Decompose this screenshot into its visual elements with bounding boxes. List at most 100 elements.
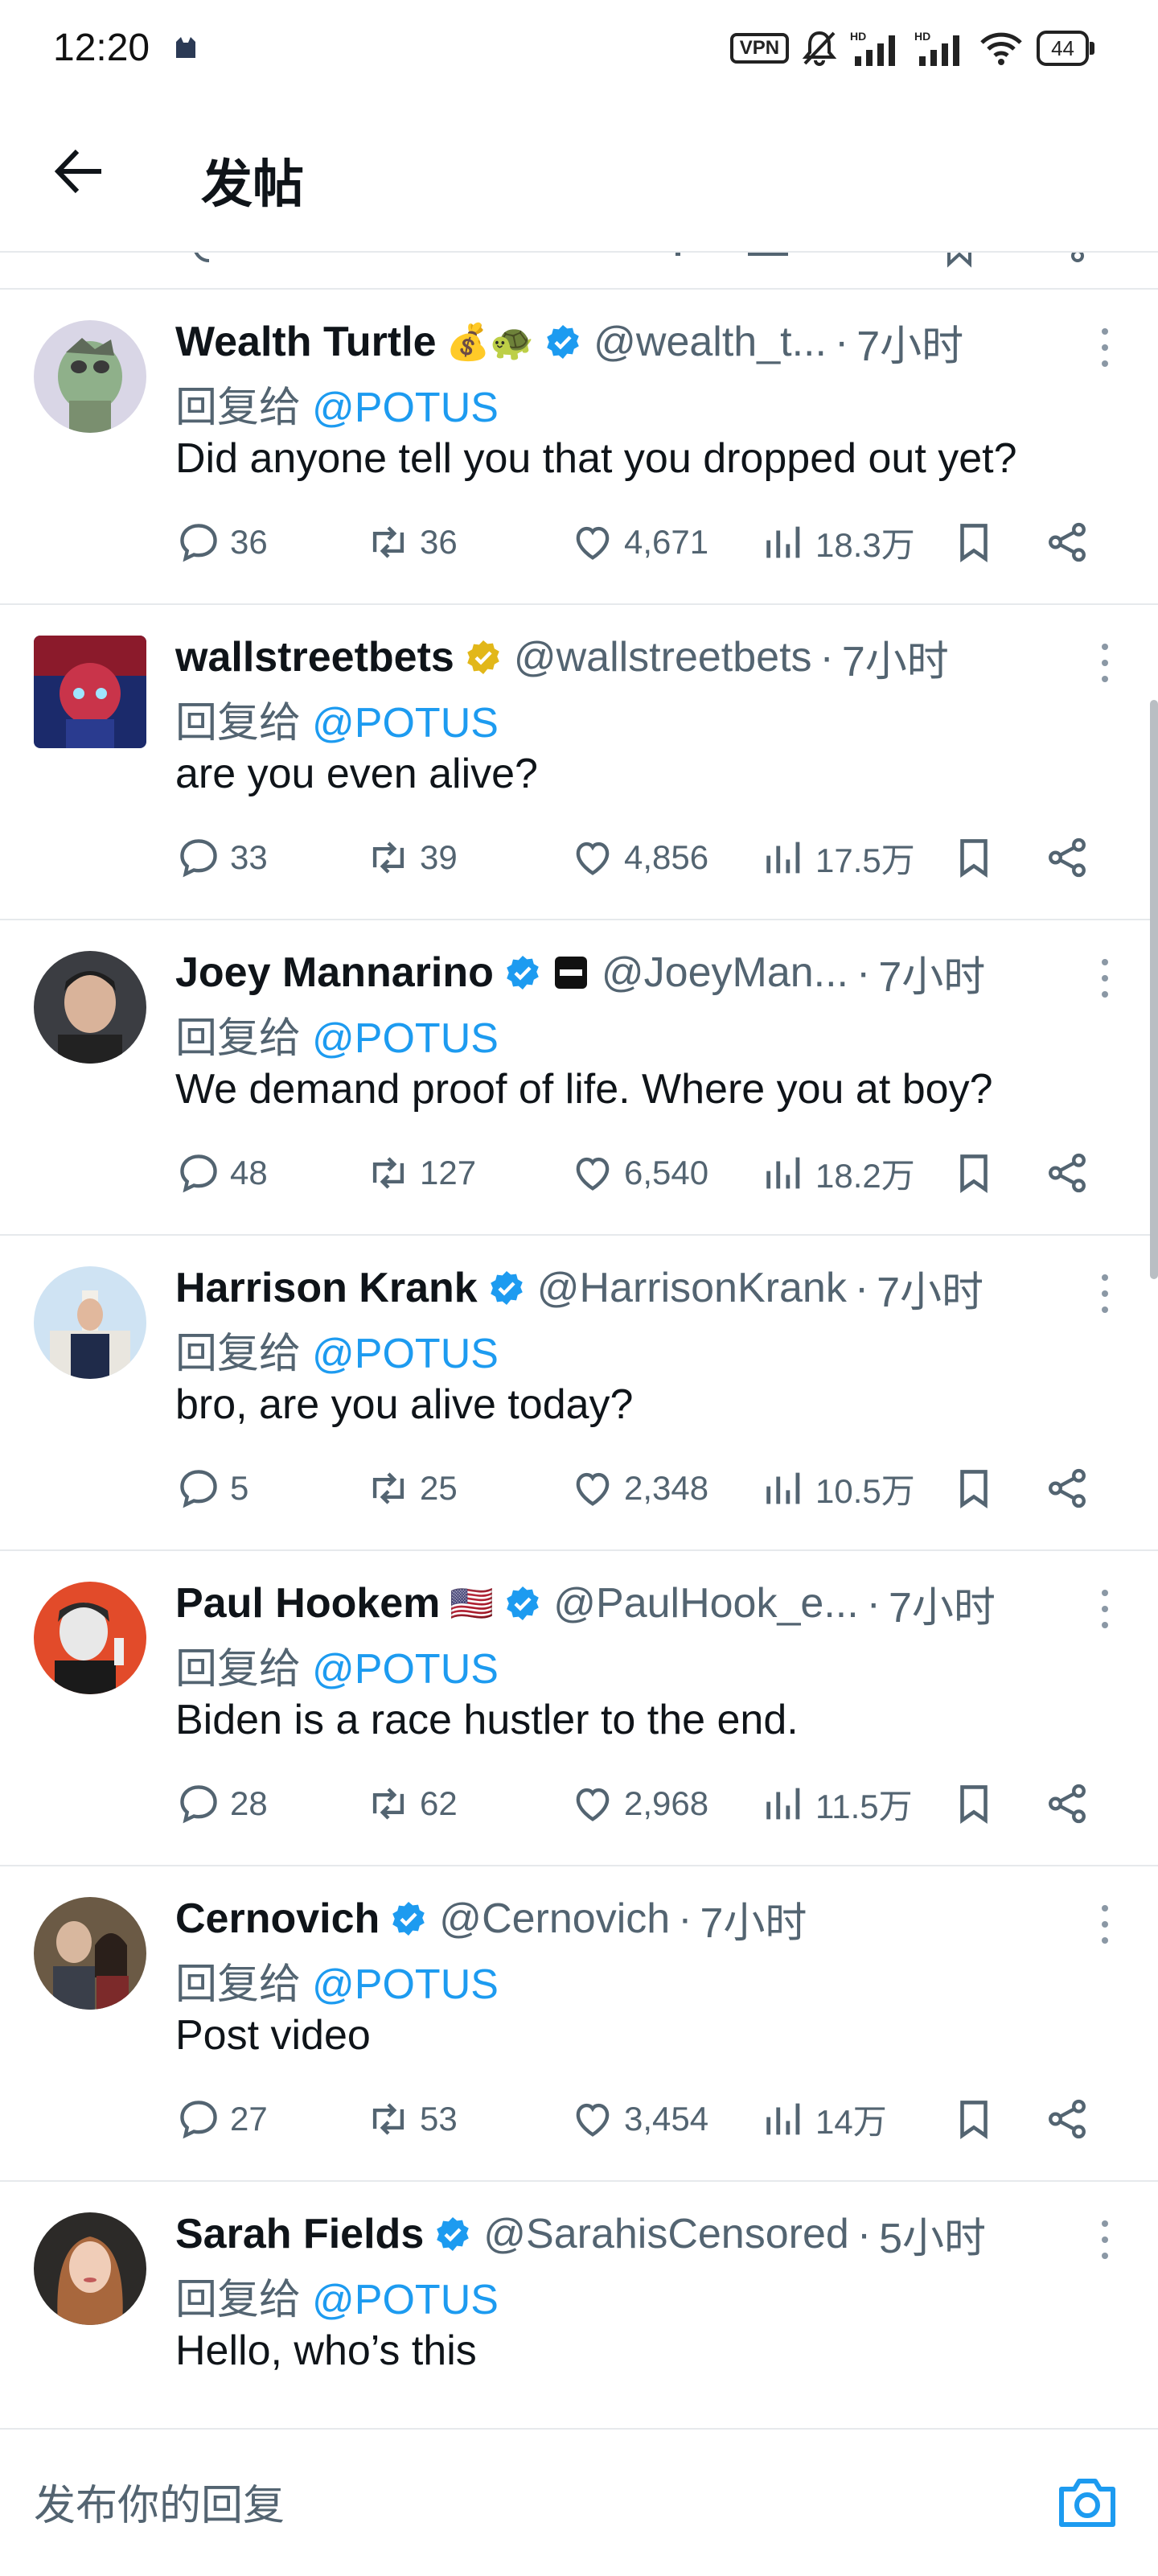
tweet[interactable]: Paul Hookem 🇺🇸 @PaulHook_e... · 7小时 回复给 @… — [0, 1551, 1158, 1866]
views-button[interactable]: 17.5万 — [761, 829, 915, 887]
reply-input[interactable]: 发布你的回复 — [34, 2471, 285, 2532]
reply-button[interactable]: 27 — [175, 2090, 268, 2148]
mention-link[interactable]: @POTUS — [312, 1331, 499, 1377]
share-button[interactable] — [1044, 1459, 1098, 1517]
like-button[interactable]: 6,540 — [569, 1144, 708, 1202]
timestamp[interactable]: 7小时 — [842, 631, 949, 685]
display-name[interactable]: Paul Hookem — [175, 1579, 440, 1627]
display-name[interactable]: Cernovich — [175, 1895, 380, 1943]
share-button[interactable] — [1044, 1775, 1098, 1833]
like-button[interactable]: 4,671 — [569, 513, 708, 571]
bookmark-button[interactable] — [951, 1144, 1005, 1202]
retweet-button[interactable]: 127 — [365, 1144, 476, 1202]
reply-button[interactable]: 48 — [175, 1144, 268, 1202]
bookmark-button[interactable] — [951, 829, 1005, 887]
display-name[interactable]: Wealth Turtle — [175, 318, 437, 366]
tweet-text: We demand proof of life. Where you at bo… — [175, 1066, 993, 1113]
bookmark-button[interactable] — [951, 1459, 1005, 1517]
like-button[interactable]: 2,348 — [569, 1459, 708, 1517]
user-handle[interactable]: @wealth_t... — [593, 318, 827, 366]
more-options-icon[interactable] — [1097, 1902, 1113, 1947]
bookmark-button[interactable] — [951, 1775, 1005, 1833]
share-button[interactable] — [1044, 2090, 1098, 2148]
timestamp[interactable]: 7小时 — [878, 946, 985, 1000]
avatar[interactable] — [34, 636, 146, 748]
views-button[interactable]: 10.5万 — [761, 1459, 915, 1517]
like-button[interactable]: 4,856 — [569, 829, 708, 887]
mention-link[interactable]: @POTUS — [312, 2277, 499, 2323]
verified-badge-icon — [507, 956, 539, 990]
bookmark-button[interactable] — [951, 513, 1005, 571]
camera-icon[interactable] — [1057, 2475, 1118, 2529]
reply-icon — [180, 2101, 217, 2139]
like-button[interactable]: 2,968 — [569, 1775, 708, 1833]
display-name[interactable]: Harrison Krank — [175, 1264, 478, 1312]
bookmark-button[interactable] — [951, 2090, 1005, 2148]
retweet-button[interactable]: 39 — [365, 829, 458, 887]
more-options-icon[interactable] — [1097, 325, 1113, 370]
share-button[interactable] — [1044, 829, 1098, 887]
reply-button[interactable]: 28 — [175, 1775, 268, 1833]
reply-button[interactable]: 33 — [175, 829, 268, 887]
user-handle[interactable]: @SarahisCensored — [483, 2210, 849, 2258]
mention-link[interactable]: @POTUS — [312, 700, 499, 747]
avatar[interactable] — [34, 1582, 146, 1694]
mention-link[interactable]: @POTUS — [312, 1646, 499, 1693]
display-name[interactable]: wallstreetbets — [175, 633, 454, 681]
vpn-indicator: VPN — [729, 33, 790, 64]
like-button[interactable]: 3,454 — [569, 2090, 708, 2148]
avatar[interactable] — [34, 1897, 146, 2010]
mention-link[interactable]: @POTUS — [312, 1015, 499, 1062]
user-handle[interactable]: @wallstreetbets — [514, 633, 812, 681]
views-button[interactable]: 11.5万 — [761, 1775, 913, 1833]
more-options-icon[interactable] — [1097, 2217, 1113, 2262]
timestamp[interactable]: 7小时 — [700, 1892, 807, 1946]
tweet-actions: 36 36 4,671 18.3万 — [175, 513, 1124, 571]
display-name[interactable]: Joey Mannarino — [175, 949, 494, 997]
display-name[interactable]: Sarah Fields — [175, 2210, 424, 2258]
user-handle[interactable]: @Cernovich — [439, 1895, 670, 1943]
more-options-icon[interactable] — [1097, 1586, 1113, 1632]
reply-composer[interactable]: 发布你的回复 — [0, 2428, 1158, 2576]
reply-icon — [180, 839, 217, 878]
tweet[interactable]: Harrison Krank @HarrisonKrank · 7小时 回复给 @… — [0, 1236, 1158, 1551]
timestamp[interactable]: 7小时 — [877, 1261, 983, 1315]
avatar[interactable] — [34, 951, 146, 1064]
heart-icon — [576, 1157, 610, 1191]
share-button[interactable] — [1044, 1144, 1098, 1202]
retweet-button[interactable]: 36 — [365, 513, 458, 571]
arrow-left-icon[interactable] — [51, 143, 108, 200]
views-button[interactable]: 18.2万 — [761, 1144, 915, 1202]
more-options-icon[interactable] — [1097, 1271, 1113, 1316]
avatar[interactable] — [34, 320, 146, 433]
retweet-button[interactable]: 53 — [365, 2090, 458, 2148]
tweet[interactable]: wallstreetbets @wallstreetbets · 7小时 回复给… — [0, 605, 1158, 920]
tweet[interactable]: Cernovich @Cernovich · 7小时 回复给 @POTUS Pos… — [0, 1866, 1158, 2182]
tweet[interactable]: Joey Mannarino @JoeyMan... · 7小时 回复给 @POT… — [0, 920, 1158, 1236]
mention-link[interactable]: @POTUS — [312, 385, 499, 431]
retweet-button[interactable]: 25 — [365, 1459, 458, 1517]
timestamp[interactable]: 7小时 — [889, 1577, 996, 1631]
share-button[interactable] — [1044, 513, 1098, 571]
reply-icon — [180, 1470, 217, 1508]
reply-button[interactable]: 5 — [175, 1459, 248, 1517]
reply-count: 33 — [230, 838, 268, 876]
user-handle[interactable]: @PaulHook_e... — [553, 1579, 858, 1627]
mention-link[interactable]: @POTUS — [312, 1961, 499, 2008]
avatar[interactable] — [34, 1266, 146, 1379]
retweet-count: 25 — [420, 1469, 458, 1507]
heart-icon — [576, 1472, 610, 1506]
reply-button[interactable]: 36 — [175, 513, 268, 571]
more-options-icon[interactable] — [1097, 956, 1113, 1001]
avatar[interactable] — [34, 2212, 146, 2325]
views-button[interactable]: 14万 — [761, 2090, 887, 2148]
user-handle[interactable]: @JoeyMan... — [602, 949, 848, 997]
scrollbar[interactable] — [1150, 700, 1158, 1279]
tweet[interactable]: Wealth Turtle 💰🐢 @wealth_t... · 7小时 回复给 @… — [0, 290, 1158, 605]
timestamp[interactable]: 7小时 — [856, 315, 963, 369]
user-handle[interactable]: @HarrisonKrank — [537, 1264, 847, 1312]
timestamp[interactable]: 5小时 — [879, 2208, 986, 2261]
views-button[interactable]: 18.3万 — [761, 513, 915, 571]
more-options-icon[interactable] — [1097, 640, 1113, 685]
retweet-button[interactable]: 62 — [365, 1775, 458, 1833]
